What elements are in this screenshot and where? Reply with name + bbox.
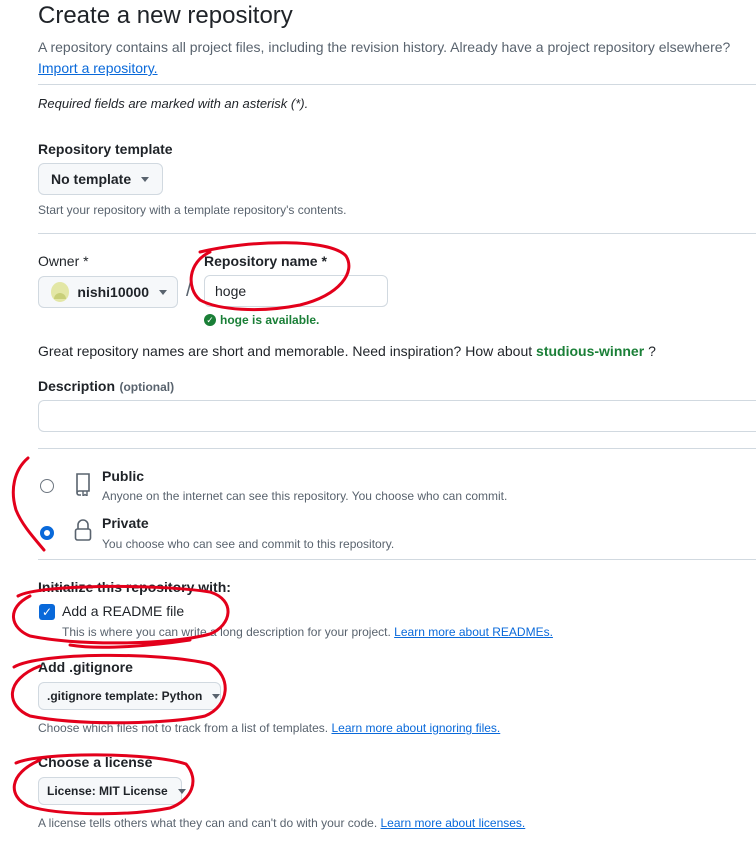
repo-name-label: Repository name * xyxy=(204,253,327,269)
visibility-public-label: Public xyxy=(102,468,145,484)
owner-repo-separator: / xyxy=(186,279,192,301)
gitignore-selected: .gitignore template: Python xyxy=(47,689,203,703)
readme-learn-more-link[interactable]: Learn more about READMEs. xyxy=(394,625,553,639)
repo-name-input[interactable]: hoge xyxy=(204,275,388,307)
visibility-private-radio[interactable] xyxy=(40,526,54,540)
gitignore-label: Add .gitignore xyxy=(38,659,133,675)
divider xyxy=(38,448,756,449)
suggestion-text: Great repository names are short and mem… xyxy=(38,343,533,359)
gitignore-learn-more-link[interactable]: Learn more about ignoring files. xyxy=(331,721,500,735)
init-heading: Initialize this repository with: xyxy=(38,579,231,595)
template-select-button[interactable]: No template xyxy=(38,163,163,195)
license-label: Choose a license xyxy=(38,754,153,770)
owner-select-button[interactable]: nishi10000 xyxy=(38,276,178,308)
description-label: Description xyxy=(38,378,116,394)
license-hint: A license tells others what they can and… xyxy=(38,816,378,830)
required-fields-note: Required fields are marked with an aster… xyxy=(38,96,309,111)
chevron-down-icon xyxy=(212,693,221,699)
name-suggestion: Great repository names are short and mem… xyxy=(38,343,656,359)
template-selected: No template xyxy=(51,171,132,187)
readme-desc-row: This is where you can write a long descr… xyxy=(62,625,553,639)
check-circle-icon: ✓ xyxy=(204,314,216,326)
chevron-down-icon xyxy=(141,176,150,182)
owner-selected: nishi10000 xyxy=(77,284,149,300)
suggestion-suffix: ? xyxy=(648,343,656,359)
description-input[interactable] xyxy=(38,400,756,432)
owner-label: Owner * xyxy=(38,253,89,269)
repo-icon xyxy=(76,473,90,496)
repo-name-status: ✓ hoge is available. xyxy=(204,313,319,327)
license-selected: License: MIT License xyxy=(47,784,168,798)
visibility-private-desc: You choose who can see and commit to thi… xyxy=(102,537,395,551)
template-hint: Start your repository with a template re… xyxy=(38,203,347,217)
template-label: Repository template xyxy=(38,141,173,157)
annotation-visibility-bracket xyxy=(11,456,46,552)
chevron-down-icon xyxy=(177,788,186,794)
repo-name-status-text: hoge is available. xyxy=(220,313,320,327)
license-select-button[interactable]: License: MIT License xyxy=(38,777,186,805)
license-hint-row: A license tells others what they can and… xyxy=(38,816,525,830)
readme-label: Add a README file xyxy=(62,603,185,619)
description-optional: (optional) xyxy=(119,380,175,394)
gitignore-hint: Choose which files not to track from a l… xyxy=(38,721,329,735)
visibility-public-radio[interactable] xyxy=(40,479,54,493)
visibility-private-label: Private xyxy=(102,515,149,531)
suggested-name-link[interactable]: studious-winner xyxy=(536,343,644,359)
intro-text: A repository contains all project files,… xyxy=(38,39,731,55)
divider xyxy=(38,559,756,560)
avatar xyxy=(51,282,70,302)
lock-icon xyxy=(74,519,92,541)
page-title: Create a new repository xyxy=(38,2,293,29)
visibility-public-desc: Anyone on the internet can see this repo… xyxy=(102,489,508,503)
import-repository-link[interactable]: Import a repository. xyxy=(38,60,158,76)
chevron-down-icon xyxy=(159,289,167,295)
readme-checkbox[interactable]: ✓ xyxy=(39,604,55,620)
page-intro: A repository contains all project files,… xyxy=(38,37,753,79)
readme-desc: This is where you can write a long descr… xyxy=(62,625,391,639)
gitignore-hint-row: Choose which files not to track from a l… xyxy=(38,721,500,735)
gitignore-select-button[interactable]: .gitignore template: Python xyxy=(38,682,221,710)
description-label-row: Description (optional) xyxy=(38,378,174,396)
divider xyxy=(38,233,756,234)
divider xyxy=(38,84,756,85)
license-learn-more-link[interactable]: Learn more about licenses. xyxy=(381,816,526,830)
